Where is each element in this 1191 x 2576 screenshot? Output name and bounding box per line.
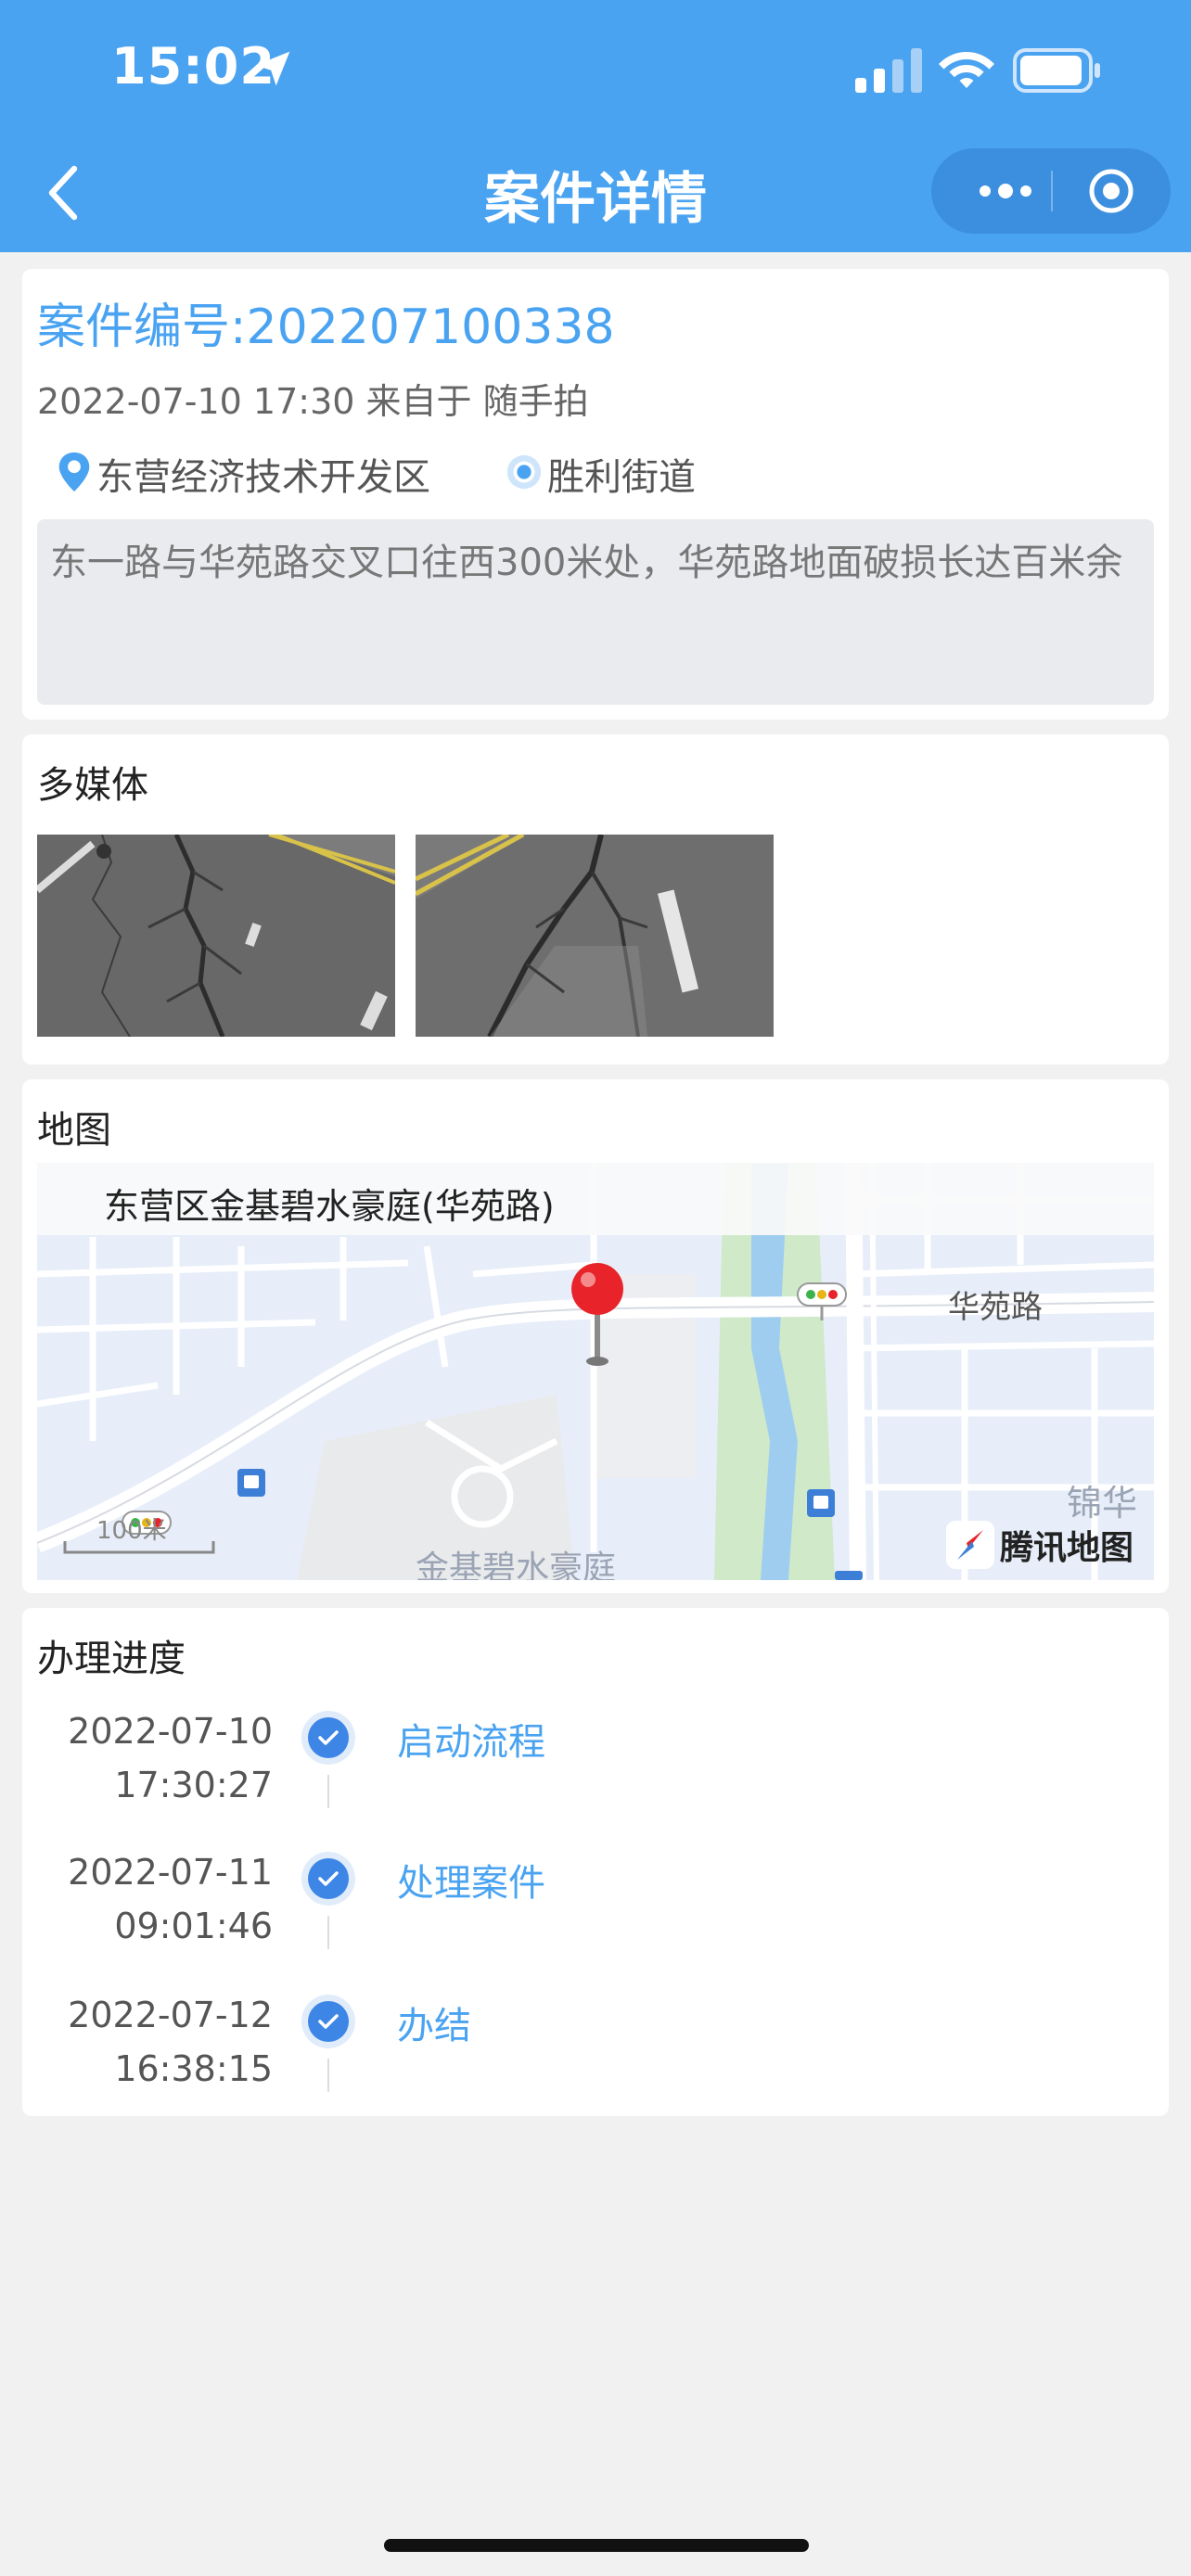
radio-dot-icon bbox=[506, 454, 542, 490]
more-icon[interactable] bbox=[968, 148, 1043, 234]
step-date: 2022-07-12 16:38:15 bbox=[41, 1988, 273, 2096]
app-header: 15:02 案件详情 bbox=[0, 0, 1191, 252]
street-label: 胜利街道 bbox=[547, 456, 696, 499]
case-number: 案件编号:202207100338 bbox=[37, 300, 615, 355]
timeline-connector bbox=[327, 1775, 329, 1808]
map-pin-icon bbox=[58, 452, 90, 492]
case-info-card: 案件编号:202207100338 2022-07-10 17:30 来自于 随… bbox=[22, 269, 1169, 720]
map-road-label: 华苑路 bbox=[948, 1289, 1043, 1326]
tencent-map-logo: 腾讯地图 bbox=[946, 1519, 1133, 1571]
capsule-divider bbox=[1051, 171, 1053, 211]
mini-program-capsule bbox=[931, 148, 1171, 234]
map-card: 地图 华苑路 锦华 金基碧水豪庭 100米 东营区金基碧水豪庭(华苑路) 腾讯地… bbox=[22, 1079, 1169, 1593]
step-date-day: 2022-07-11 bbox=[68, 1852, 273, 1893]
step-label: 办结 bbox=[397, 2005, 471, 2047]
progress-card: 办理进度 2022-07-10 17:30:27 启动流程 2022-07-11… bbox=[22, 1608, 1169, 2116]
check-icon bbox=[301, 1995, 355, 2048]
battery-icon bbox=[1013, 48, 1100, 93]
bus-stop-icon bbox=[807, 1489, 835, 1517]
target-icon[interactable] bbox=[1087, 167, 1135, 215]
map-scale-label: 100米 bbox=[96, 1517, 167, 1545]
bus-stop-icon bbox=[237, 1469, 265, 1497]
location-arrow-icon bbox=[255, 51, 290, 86]
area-label: 东营经济技术开发区 bbox=[96, 456, 430, 499]
map-place-name: 东营区金基碧水豪庭(华苑路) bbox=[104, 1186, 555, 1227]
case-description-box: 东一路与华苑路交叉口往西300米处，华苑路地面破损长达百米余 bbox=[37, 519, 1154, 705]
map-area-label-bottom: 金基碧水豪庭 bbox=[416, 1549, 617, 1580]
step-date-time: 17:30:27 bbox=[114, 1765, 273, 1805]
step-date-day: 2022-07-10 bbox=[68, 1711, 273, 1752]
status-time: 15:02 bbox=[111, 37, 275, 96]
media-title: 多媒体 bbox=[37, 764, 148, 807]
check-icon bbox=[301, 1852, 355, 1906]
road-photo-1[interactable] bbox=[37, 835, 395, 1037]
map-place-banner: 东营区金基碧水豪庭(华苑路) bbox=[37, 1163, 1154, 1235]
road-photo-2[interactable] bbox=[416, 835, 774, 1037]
map-title: 地图 bbox=[37, 1109, 111, 1152]
case-meta: 2022-07-10 17:30 来自于 随手拍 bbox=[37, 381, 589, 422]
wifi-icon bbox=[939, 52, 994, 88]
map-area-label-right: 锦华 bbox=[1067, 1483, 1138, 1524]
step-date-time: 16:38:15 bbox=[114, 2048, 273, 2089]
check-icon bbox=[301, 1711, 355, 1765]
signal-icon bbox=[855, 48, 922, 93]
step-label: 启动流程 bbox=[397, 1721, 545, 1764]
map-view[interactable]: 华苑路 锦华 金基碧水豪庭 100米 东营区金基碧水豪庭(华苑路) 腾讯地图 bbox=[37, 1163, 1154, 1580]
tencent-map-label: 腾讯地图 bbox=[1000, 1529, 1134, 1567]
case-description: 东一路与华苑路交叉口往西300米处，华苑路地面破损长达百米余 bbox=[50, 542, 1123, 584]
step-label: 处理案件 bbox=[397, 1862, 545, 1905]
media-card: 多媒体 bbox=[22, 734, 1169, 1065]
progress-title: 办理进度 bbox=[37, 1638, 186, 1680]
timeline-connector bbox=[327, 2059, 329, 2092]
tencent-compass-icon bbox=[946, 1521, 994, 1569]
step-date: 2022-07-10 17:30:27 bbox=[41, 1704, 273, 1812]
step-date-time: 09:01:46 bbox=[114, 1906, 273, 1946]
home-indicator[interactable] bbox=[384, 2539, 809, 2552]
timeline-connector bbox=[327, 1916, 329, 1949]
step-date: 2022-07-11 09:01:46 bbox=[41, 1845, 273, 1953]
step-date-day: 2022-07-12 bbox=[68, 1995, 273, 2035]
